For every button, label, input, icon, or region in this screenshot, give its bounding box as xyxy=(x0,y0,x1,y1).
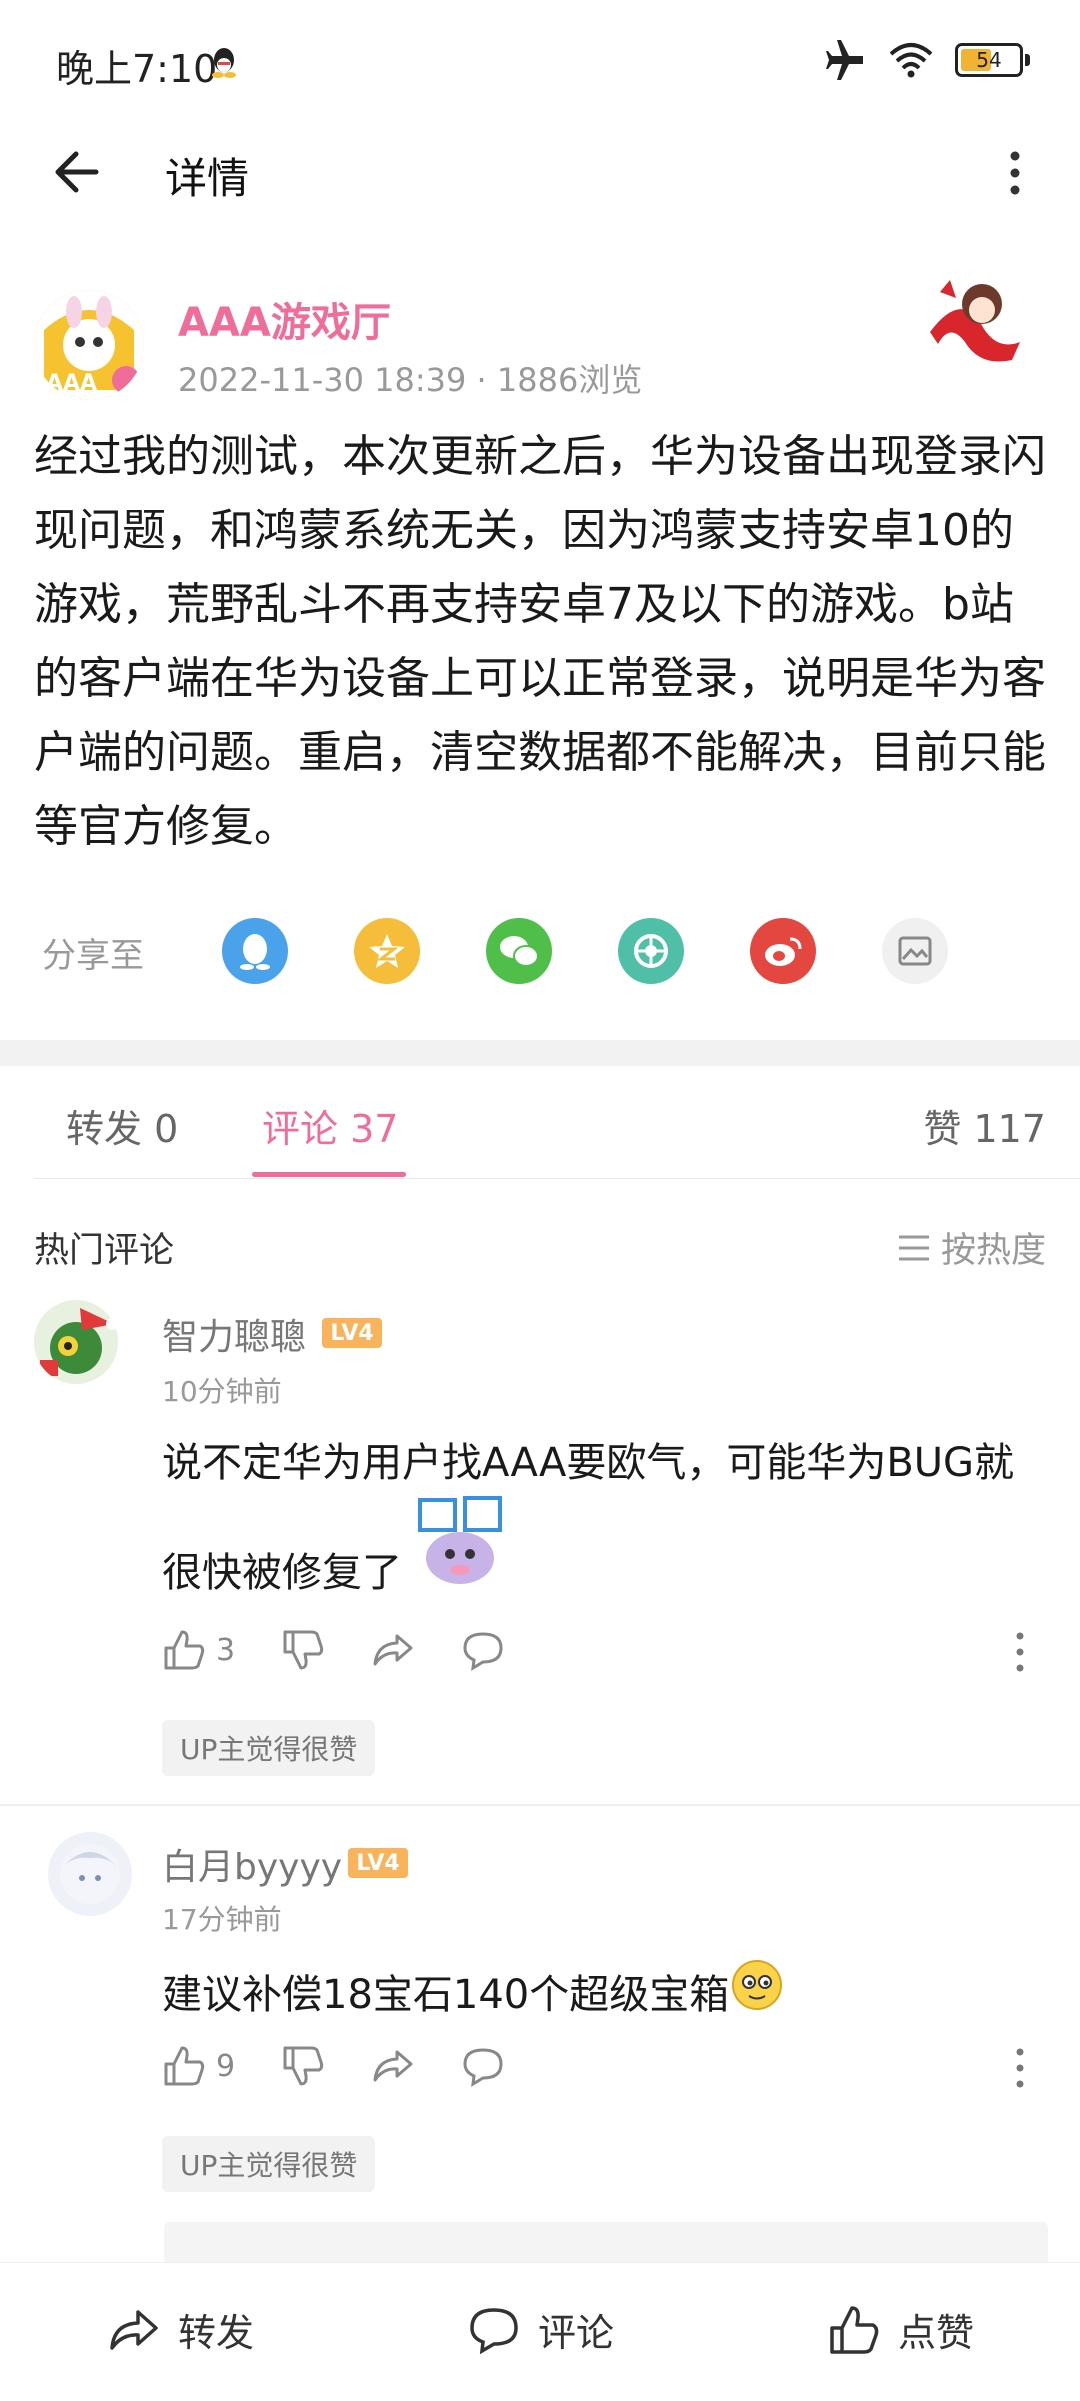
like-count: 3 xyxy=(216,1632,236,1668)
comment-bubble-icon xyxy=(470,2307,518,2354)
battery-level: 54 xyxy=(976,48,1002,72)
comment-more-icon[interactable] xyxy=(1010,1630,1030,1674)
commenter-name[interactable]: 智力聰聰 xyxy=(162,1308,306,1360)
tab-repost[interactable]: 转发 0 xyxy=(66,1098,178,1153)
comment-label: 评论 xyxy=(538,2311,615,2355)
tab-likes[interactable]: 赞 117 xyxy=(923,1098,1046,1153)
thumb-up-icon xyxy=(830,2305,879,2354)
qq-icon[interactable] xyxy=(222,918,288,984)
sort-button[interactable]: 按热度 xyxy=(897,1222,1046,1273)
reply-button[interactable] xyxy=(461,1628,505,1672)
comment-button[interactable]: 评论 xyxy=(468,2302,614,2357)
up-liked-tag: UP主觉得很赞 xyxy=(162,2136,376,2192)
more-options-icon[interactable] xyxy=(1000,148,1030,198)
comment-text-line: 很快被修复了 xyxy=(162,1550,402,1596)
comment-time: 17分钟前 xyxy=(162,1903,282,1936)
author-avatar[interactable]: AAA xyxy=(34,290,144,400)
share-arrow-icon xyxy=(110,2309,158,2350)
share-comment-button[interactable] xyxy=(371,1628,415,1672)
comment-more-icon[interactable] xyxy=(1010,2046,1030,2090)
post-meta: 2022-11-30 18:39 · 1886浏览 xyxy=(178,361,643,399)
up-liked-tag: UP主觉得很赞 xyxy=(162,1720,376,1776)
comment-separator xyxy=(0,1804,1080,1806)
commenter-avatar[interactable] xyxy=(48,1832,132,1916)
tabs-divider xyxy=(34,1178,1080,1179)
share-comment-button[interactable] xyxy=(371,2044,415,2088)
comment-text-line: 说不定华为用户找AAA要欧气，可能华为BUG就 xyxy=(162,1440,1015,1486)
status-icons: 54 xyxy=(823,40,1030,80)
smiley-emoji-icon xyxy=(732,1960,782,2010)
sticker-emoji-icon xyxy=(418,1496,502,1584)
airplane-icon xyxy=(826,40,863,80)
like-count: 9 xyxy=(216,2048,236,2084)
wechat-icon[interactable] xyxy=(486,918,552,984)
level-badge: LV4 xyxy=(322,1318,382,1348)
repost-button[interactable]: 转发 xyxy=(108,2302,254,2357)
save-image-icon[interactable] xyxy=(882,918,948,984)
comment-actions: 3 xyxy=(162,1628,551,1672)
dislike-button[interactable] xyxy=(281,2044,325,2088)
comment-actions: 9 xyxy=(162,2044,551,2088)
dislike-button[interactable] xyxy=(281,1628,325,1672)
decoration-badge-icon xyxy=(930,280,1020,362)
tab-active-indicator xyxy=(252,1172,406,1177)
moments-icon[interactable] xyxy=(618,918,684,984)
tab-comments[interactable]: 评论 37 xyxy=(262,1098,398,1153)
share-label: 分享至 xyxy=(42,936,144,976)
repost-label: 转发 xyxy=(178,2311,255,2355)
thumb-up-icon xyxy=(164,2046,205,2086)
like-label: 点赞 xyxy=(898,2311,975,2355)
qzone-icon[interactable] xyxy=(354,918,420,984)
like-button[interactable]: 3 xyxy=(162,1628,235,1672)
commenter-name[interactable]: 白月byyyy xyxy=(162,1838,342,1890)
share-arrow-icon xyxy=(373,2050,413,2082)
battery-cap xyxy=(1025,54,1030,66)
sort-label: 按热度 xyxy=(940,1231,1046,1271)
weibo-icon[interactable] xyxy=(750,918,816,984)
post-body: 经过我的测试，本次更新之后，华为设备出现登录闪现问题，和鸿蒙系统无关，因为鸿蒙支… xyxy=(34,431,1046,852)
thumb-down-icon xyxy=(283,1630,324,1670)
wifi-icon xyxy=(889,43,933,78)
menu-lines-icon xyxy=(898,1235,929,1260)
status-time: 晚上7:10 xyxy=(56,47,218,91)
reply-button[interactable] xyxy=(461,2044,505,2088)
battery-icon: 54 xyxy=(955,43,1023,77)
comment-bubble-icon xyxy=(463,2048,503,2087)
thumb-up-icon xyxy=(164,1630,205,1670)
share-arrow-icon xyxy=(373,1634,413,1666)
comment-bubble-icon xyxy=(463,1632,503,1671)
qq-status-icon xyxy=(212,48,236,78)
like-post-button[interactable]: 点赞 xyxy=(828,2302,974,2357)
section-divider xyxy=(0,1040,1080,1066)
author-name[interactable]: AAA游戏厅 xyxy=(178,290,391,348)
like-button[interactable]: 9 xyxy=(162,2044,235,2088)
thumb-down-icon xyxy=(283,2046,324,2086)
level-badge: LV4 xyxy=(348,1848,408,1878)
comment-time: 10分钟前 xyxy=(162,1375,282,1408)
commenter-avatar[interactable] xyxy=(34,1300,118,1384)
page-title: 详情 xyxy=(165,154,250,203)
back-arrow-icon[interactable] xyxy=(50,142,110,202)
avatar-text: AAA xyxy=(46,371,97,396)
comment-text-line: 建议补偿18宝石140个超级宝箱 xyxy=(162,1972,730,2018)
hot-comments-title: 热门评论 xyxy=(34,1231,175,1271)
